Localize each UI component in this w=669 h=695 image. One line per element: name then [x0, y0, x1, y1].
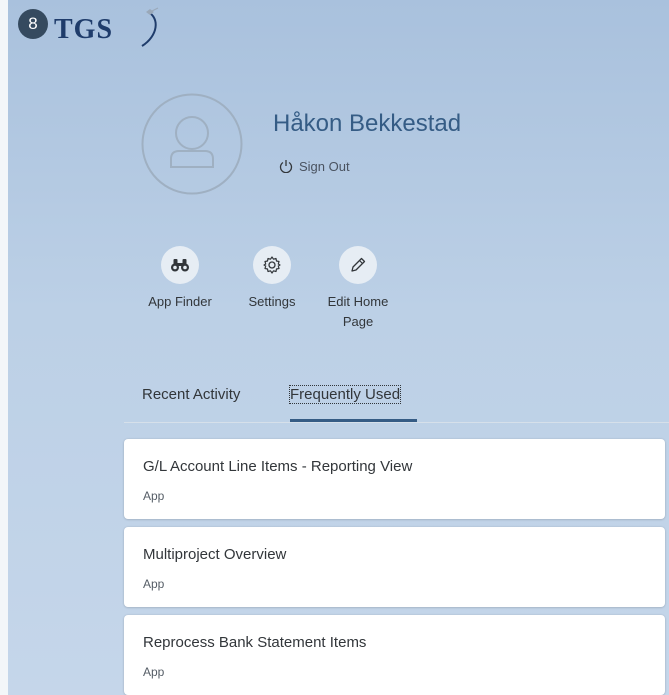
list-item-title: Reprocess Bank Statement Items [143, 634, 367, 651]
pencil-icon [351, 257, 366, 272]
selected-tab-indicator [290, 419, 417, 422]
settings-label: Settings [248, 294, 296, 309]
tab-recent-activity-label: Recent Activity [142, 386, 241, 403]
list-item-type: App [143, 665, 165, 679]
app-finder-label: App Finder [148, 294, 212, 309]
left-edge-strip [0, 0, 8, 695]
app-finder-circle [161, 246, 199, 284]
tab-frequently-used[interactable]: Frequently Used [288, 385, 402, 404]
power-icon [279, 160, 293, 173]
gear-icon [263, 256, 281, 274]
list-item[interactable]: G/L Account Line Items - Reporting View … [124, 439, 665, 519]
list-item-title: G/L Account Line Items - Reporting View [143, 458, 413, 475]
edit-home-page-circle [339, 246, 377, 284]
user-name: Håkon Bekkestad [273, 110, 462, 137]
badge-count: 8 [28, 14, 38, 33]
settings-button[interactable]: Settings [236, 246, 308, 312]
sign-out-label: Sign Out [299, 158, 350, 174]
tab-frequently-used-label: Frequently Used [288, 385, 402, 404]
activity-tab-bar: Recent Activity Frequently Used [124, 378, 669, 423]
list-item[interactable]: Multiproject Overview App [124, 527, 665, 607]
notification-badge[interactable]: 8 [18, 9, 48, 39]
logo-text: TGS [54, 14, 114, 45]
user-avatar-icon[interactable] [141, 93, 243, 195]
app-finder-button[interactable]: App Finder [136, 246, 224, 312]
sign-out-button[interactable]: Sign Out [279, 157, 350, 175]
list-item-type: App [143, 577, 165, 591]
tab-recent-activity[interactable]: Recent Activity [142, 386, 240, 403]
list-item-title: Multiproject Overview [143, 546, 287, 563]
logo-swoosh-icon [141, 7, 159, 47]
binoculars-icon [171, 259, 189, 272]
list-item[interactable]: Reprocess Bank Statement Items App [124, 615, 665, 695]
edit-home-page-button[interactable]: Edit Home Page [316, 246, 400, 332]
list-item-type: App [143, 489, 165, 503]
settings-circle [253, 246, 291, 284]
edit-home-page-label: Edit Home Page [327, 294, 389, 329]
